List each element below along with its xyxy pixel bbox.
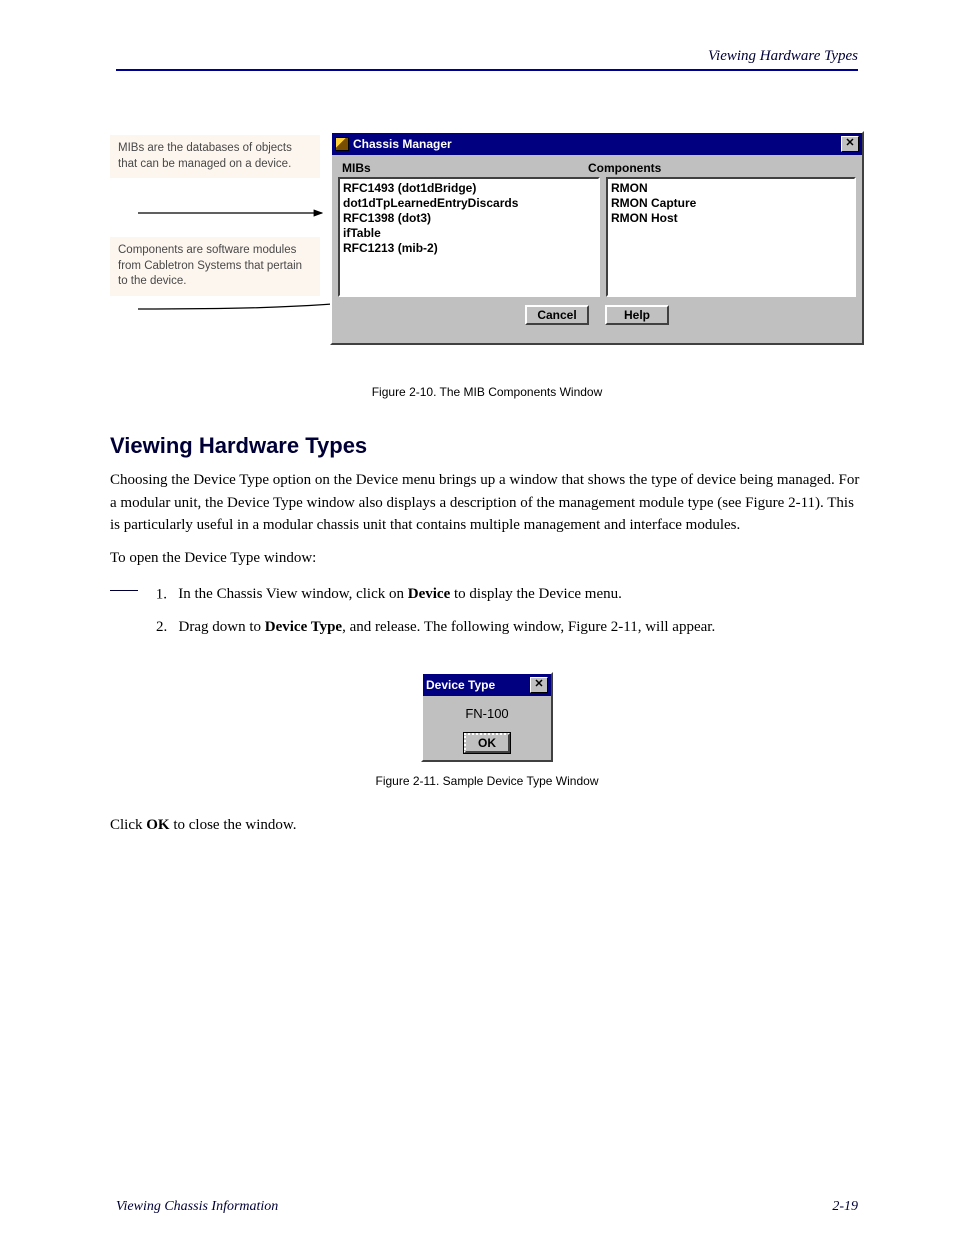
annotation-components: Components are software modules from Cab…	[110, 237, 320, 296]
step-1: In the Chassis View window, click on Dev…	[178, 586, 622, 602]
paragraph-1: Choosing the Device Type option on the D…	[110, 469, 864, 537]
components-item[interactable]: RMON Capture	[611, 196, 851, 211]
window-title: Chassis Manager	[353, 137, 841, 151]
window-titlebar: Chassis Manager ✕	[332, 133, 862, 155]
components-listbox[interactable]: RMON RMON Capture RMON Host	[606, 177, 856, 297]
chassis-manager-window: Chassis Manager ✕ MIBs Components RFC149…	[330, 131, 864, 345]
close-icon[interactable]: ✕	[530, 677, 548, 693]
app-icon	[335, 137, 349, 151]
figure-2-10-container: MIBs are the databases of objects that c…	[110, 131, 864, 361]
close-icon[interactable]: ✕	[841, 136, 859, 152]
header-divider	[116, 69, 858, 71]
ok-button[interactable]: OK	[464, 733, 510, 753]
mibs-listbox[interactable]: RFC1493 (dot1dBridge) dot1dTpLearnedEntr…	[338, 177, 600, 297]
mibs-item[interactable]: RFC1398 (dot3)	[343, 211, 595, 226]
device-window-title: Device Type	[426, 678, 530, 692]
device-type-window: Device Type ✕ FN-100 OK	[421, 672, 553, 762]
paragraph-2: To open the Device Type window:	[110, 547, 864, 570]
figure-2-11-container: Device Type ✕ FN-100 OK	[110, 672, 864, 762]
annotation-mibs: MIBs are the databases of objects that c…	[110, 135, 320, 178]
mibs-item[interactable]: RFC1493 (dot1dBridge)	[343, 181, 595, 196]
last-paragraph: Click OK to close the window.	[110, 817, 297, 833]
components-label: Components	[588, 161, 852, 175]
figure-2-11-caption: Figure 2-11. Sample Device Type Window	[110, 774, 864, 788]
device-type-value: FN-100	[429, 706, 545, 721]
components-item[interactable]: RMON	[611, 181, 851, 196]
cancel-button[interactable]: Cancel	[525, 305, 589, 325]
mibs-item[interactable]: RFC1213 (mib-2)	[343, 241, 595, 256]
mibs-label: MIBs	[342, 161, 588, 175]
step-cue-icon	[110, 590, 138, 591]
section-heading: Viewing Hardware Types	[110, 433, 864, 459]
figure-2-10-caption: Figure 2-10. The MIB Components Window	[110, 385, 864, 399]
mibs-item[interactable]: ifTable	[343, 226, 595, 241]
mibs-item[interactable]: dot1dTpLearnedEntryDiscards	[343, 196, 595, 211]
step-2: Drag down to Device Type, and release. T…	[179, 619, 716, 635]
components-item[interactable]: RMON Host	[611, 211, 851, 226]
header-section-title: Viewing Hardware Types	[110, 48, 864, 65]
help-button[interactable]: Help	[605, 305, 669, 325]
